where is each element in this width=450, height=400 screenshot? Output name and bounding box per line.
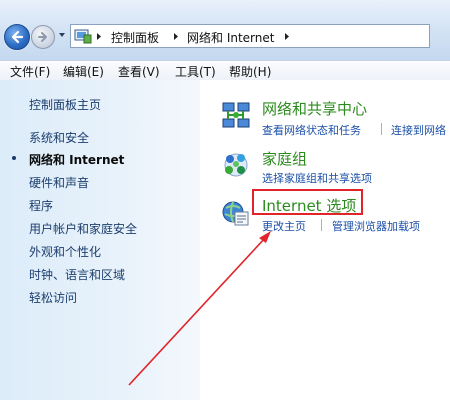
link-manage-addons[interactable]: 管理浏览器加载项 [332, 218, 420, 234]
control-panel-icon [74, 29, 92, 44]
annotation-highlight-box [252, 189, 363, 215]
breadcrumb-control-panel[interactable]: 控制面板 [111, 29, 159, 46]
menu-help[interactable]: 帮助(H) [229, 63, 271, 80]
arrow-right-icon [38, 32, 47, 42]
sidebar-item-clock-language[interactable]: 时钟、语言和区域 [29, 266, 125, 283]
menu-file[interactable]: 文件(F) [10, 63, 50, 80]
category-title-network-sharing[interactable]: 网络和共享中心 [262, 98, 367, 119]
sidebar-item-network-internet[interactable]: 网络和 Internet [29, 151, 124, 168]
homegroup-icon[interactable] [221, 149, 251, 179]
back-button[interactable] [4, 24, 30, 50]
menu-edit[interactable]: 编辑(E) [63, 63, 104, 80]
link-separator [321, 219, 322, 231]
menu-tools[interactable]: 工具(T) [175, 63, 216, 80]
link-change-home-page[interactable]: 更改主页 [262, 218, 306, 234]
network-sharing-icon[interactable] [221, 101, 251, 131]
sidebar-item-hardware-sound[interactable]: 硬件和声音 [29, 174, 89, 191]
sidebar-item-appearance[interactable]: 外观和个性化 [29, 243, 101, 260]
forward-button[interactable] [31, 25, 55, 49]
link-homegroup-sharing-options[interactable]: 选择家庭组和共享选项 [262, 170, 372, 186]
breadcrumb-network-internet[interactable]: 网络和 Internet [187, 29, 274, 46]
menu-bar: 文件(F) 编辑(E) 查看(V) 工具(T) 帮助(H) [0, 60, 450, 81]
breadcrumb-separator-icon[interactable] [283, 32, 291, 41]
breadcrumb-separator-icon[interactable] [172, 32, 180, 41]
link-connect-network[interactable]: 连接到网络 [391, 122, 446, 138]
sidebar-item-system-security[interactable]: 系统和安全 [29, 129, 89, 146]
address-field[interactable]: 控制面板 网络和 Internet [70, 24, 430, 48]
sidebar-item-user-accounts[interactable]: 用户帐户和家庭安全 [29, 220, 137, 237]
sidebar [0, 80, 200, 400]
history-dropdown-icon[interactable] [57, 30, 67, 40]
arrow-left-icon [11, 30, 24, 44]
category-title-homegroup[interactable]: 家庭组 [262, 148, 307, 169]
link-separator [381, 123, 382, 135]
sidebar-item-ease-of-access[interactable]: 轻松访问 [29, 289, 77, 306]
menu-view[interactable]: 查看(V) [118, 63, 160, 80]
address-bar: 控制面板 网络和 Internet [0, 0, 450, 60]
link-view-network-status[interactable]: 查看网络状态和任务 [262, 122, 361, 138]
breadcrumb-separator-icon[interactable] [95, 32, 103, 41]
internet-options-icon[interactable] [221, 198, 251, 228]
current-page-bullet [12, 156, 16, 160]
sidebar-item-programs[interactable]: 程序 [29, 197, 53, 214]
sidebar-home-link[interactable]: 控制面板主页 [29, 96, 101, 113]
